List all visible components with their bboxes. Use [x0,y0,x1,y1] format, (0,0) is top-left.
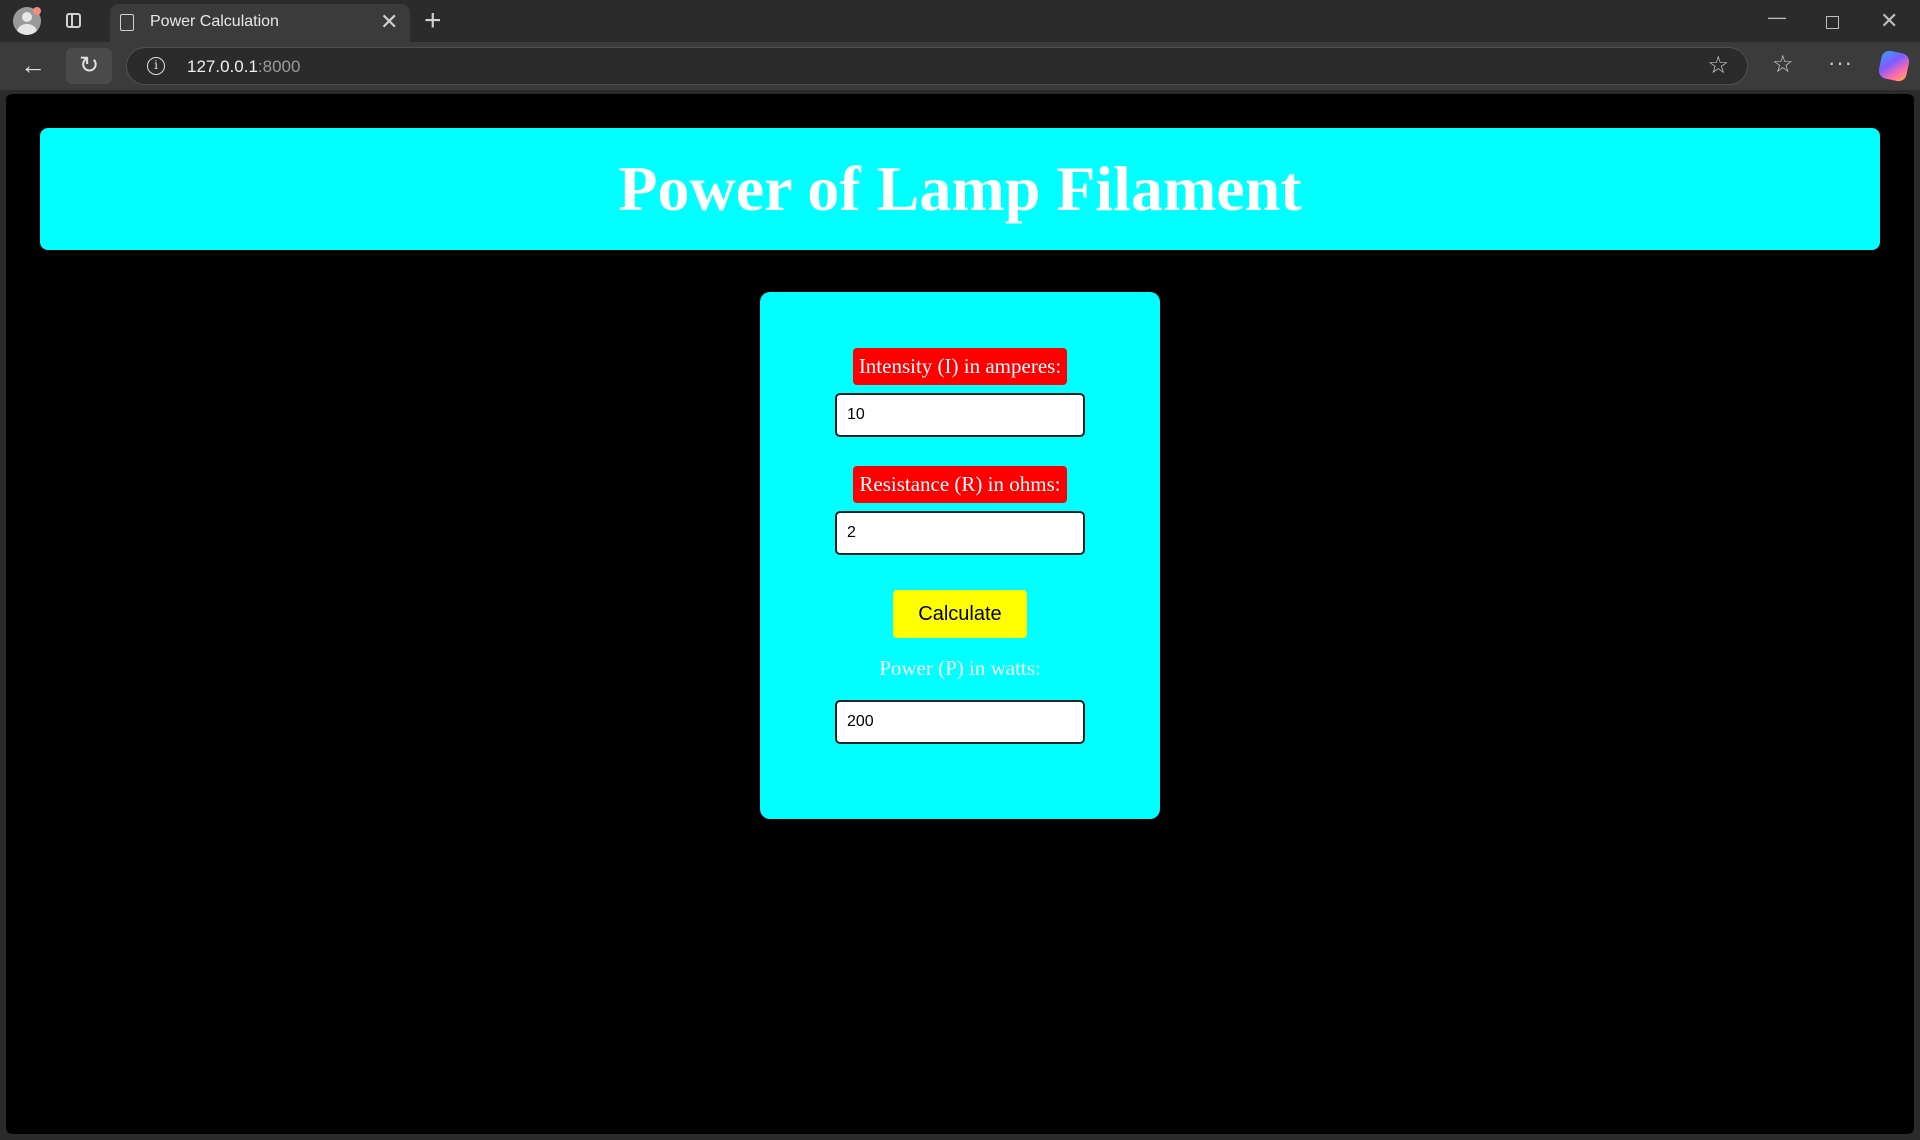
page-icon [120,14,134,31]
tab-title: Power Calculation [150,13,279,30]
intensity-label-row: Intensity (I) in amperes: [760,348,1160,385]
url-text[interactable]: 127.0.0.1:8000 [187,57,300,77]
new-tab-button[interactable]: + [424,4,442,38]
more-icon[interactable]: ··· [1828,49,1853,77]
page-viewport: Power of Lamp Filament Intensity (I) in … [6,94,1914,1134]
url-host: 127.0.0.1 [187,57,258,76]
power-output[interactable]: 200 [835,700,1085,744]
restore-button[interactable] [1826,16,1839,29]
close-window-button[interactable]: ✕ [1880,10,1898,32]
resistance-input[interactable]: 2 [835,511,1085,555]
resistance-label: Resistance (R) in ohms: [853,466,1067,503]
intensity-input[interactable]: 10 [835,393,1085,437]
notification-dot [33,7,41,15]
url-port: :8000 [257,57,301,76]
reload-icon: ↻ [79,52,100,79]
minimize-button[interactable]: — [1768,6,1786,28]
calculate-button[interactable]: Calculate [893,590,1027,638]
page-title: Power of Lamp Filament [618,153,1302,224]
reload-button[interactable]: ↻ [66,48,112,84]
browser-toolbar: ← ↻ i 127.0.0.1:8000 ☆ ☆ ··· [0,42,1920,90]
header-banner: Power of Lamp Filament [40,128,1880,250]
address-bar[interactable]: i 127.0.0.1:8000 ☆ [126,47,1748,85]
resistance-label-row: Resistance (R) in ohms: [760,466,1160,503]
star-icon[interactable]: ☆ [1707,53,1729,79]
favorites-icon[interactable]: ☆ [1772,51,1794,79]
power-label: Power (P) in watts: [879,656,1041,680]
calculator-card: Intensity (I) in amperes: 10 Resistance … [760,292,1160,819]
info-icon[interactable]: i [147,57,165,75]
back-icon[interactable]: ← [20,51,46,79]
tab-actions-icon[interactable] [66,13,81,28]
copilot-icon[interactable] [1877,49,1911,83]
tab-power-calculation[interactable]: Power Calculation ✕ [110,4,410,42]
close-tab-icon[interactable]: ✕ [380,10,398,34]
tab-strip: Power Calculation ✕ + — ✕ [0,0,1920,42]
intensity-label: Intensity (I) in amperes: [852,348,1068,385]
